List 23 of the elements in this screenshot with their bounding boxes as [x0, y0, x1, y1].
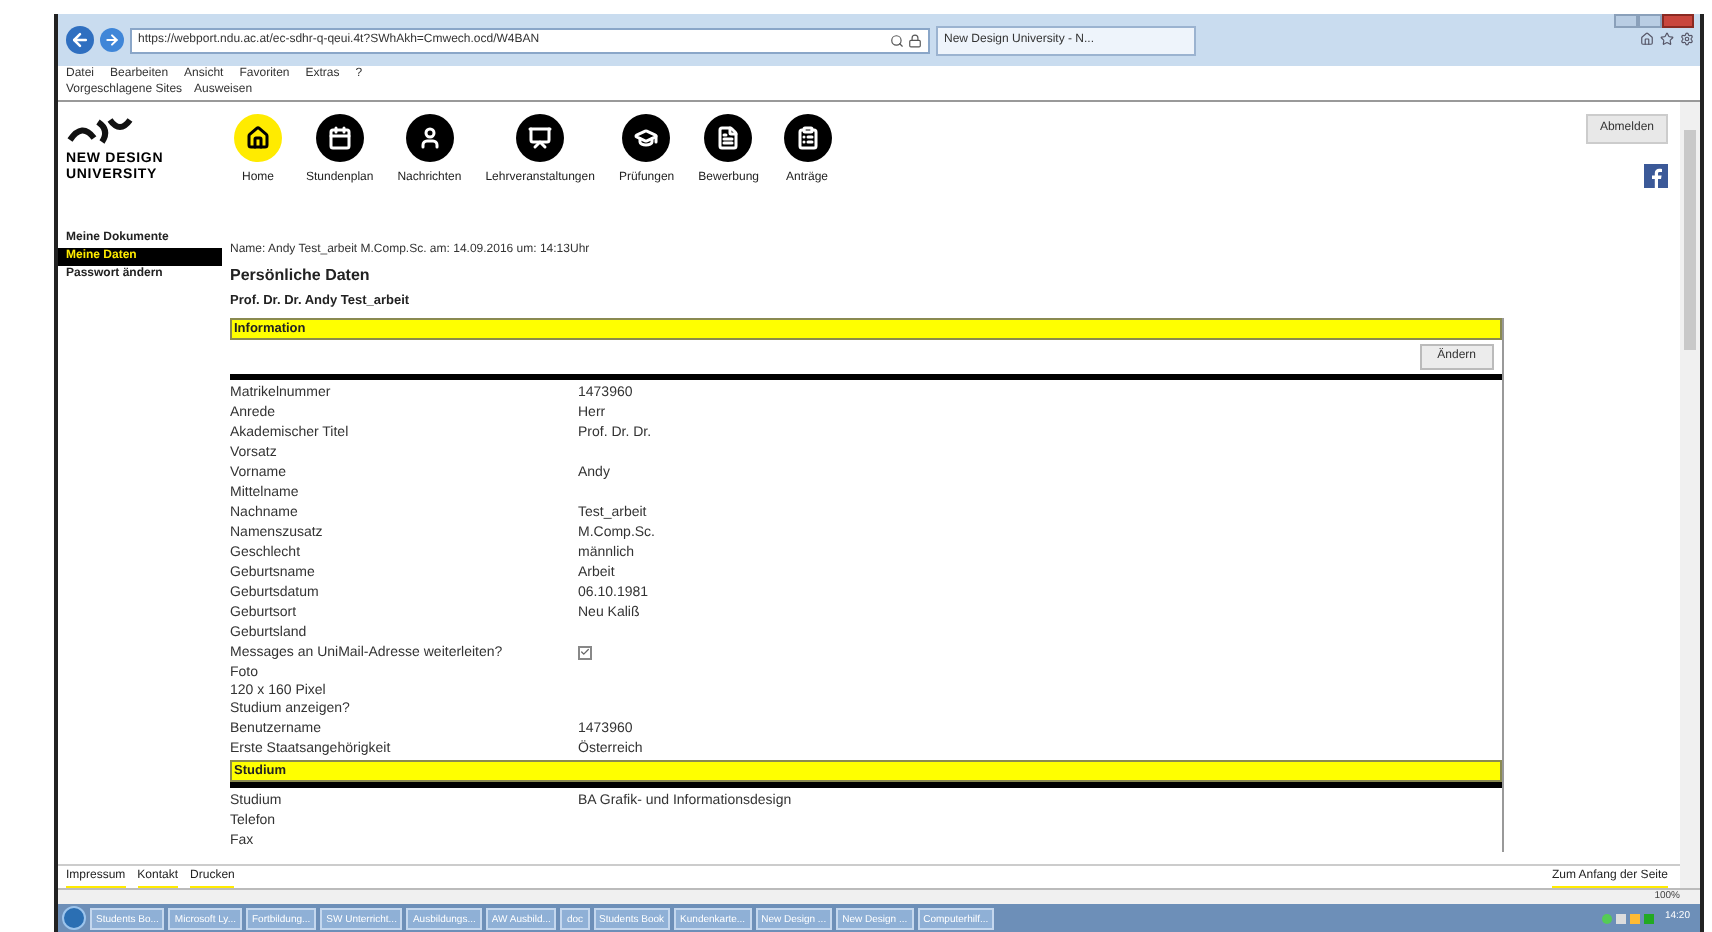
clipboard-icon [795, 126, 819, 150]
favorites-icon[interactable] [1660, 32, 1674, 46]
back-arrow-icon [70, 30, 90, 50]
page-heading: Persönliche Daten [230, 264, 372, 288]
forward-button[interactable] [100, 28, 124, 52]
calendar-icon [327, 126, 352, 150]
start-button[interactable] [62, 906, 86, 930]
forward-arrow-icon [104, 32, 120, 48]
house-icon [246, 126, 270, 150]
lock-icon [908, 33, 922, 47]
back-button[interactable] [66, 26, 94, 54]
facebook-icon[interactable] [1644, 164, 1668, 188]
document-icon [716, 126, 741, 150]
home-icon[interactable] [1640, 32, 1654, 46]
logo-icon [66, 114, 134, 146]
search-icon[interactable] [890, 33, 904, 47]
graduation-cap-icon [634, 126, 659, 150]
checkbox[interactable] [578, 645, 592, 660]
scrollbar[interactable] [1680, 102, 1700, 888]
settings-icon[interactable] [1680, 32, 1694, 46]
person-icon [417, 126, 442, 150]
presentation-icon [528, 126, 553, 150]
system-tray-icons [1602, 913, 1655, 923]
